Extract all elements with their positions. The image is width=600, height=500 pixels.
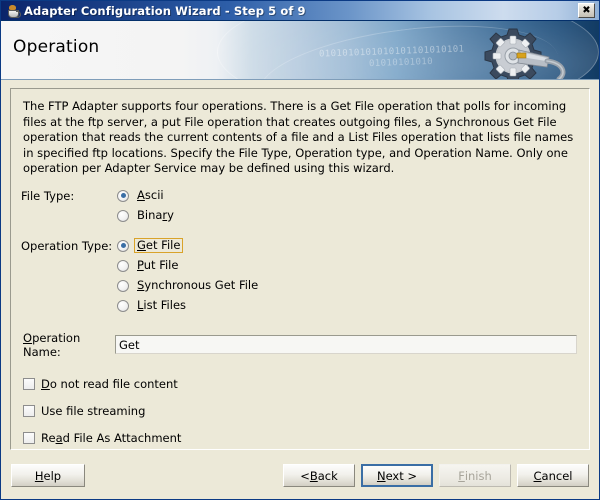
form-panel: The FTP Adapter supports four operations…: [10, 88, 590, 477]
operation-type-radio-group: Get File Put File Synchronous Get File L…: [117, 237, 261, 317]
label-rest: peration Name:: [23, 330, 81, 359]
operation-name-input[interactable]: [115, 335, 577, 354]
mnemonic-char: H: [34, 468, 44, 483]
label-rest: ack: [317, 468, 338, 483]
mnemonic-char: B: [309, 468, 318, 483]
label-rest: ut File: [143, 258, 179, 272]
checkbox-indicator: [23, 431, 35, 444]
dialog-button-bar: Help < Back Next > Finish Cancel: [1, 452, 599, 499]
operation-type-row: Operation Type: Get File Put File Synchr…: [21, 237, 579, 317]
mnemonic-char: a: [55, 430, 63, 445]
radio-list-files[interactable]: List Files: [117, 297, 261, 315]
label-rest: ext >: [385, 468, 418, 483]
radio-ascii[interactable]: Ascii: [117, 187, 177, 205]
radio-get-file[interactable]: Get File: [117, 237, 261, 255]
banner-binary-text-2: 01010101010: [368, 56, 434, 70]
mnemonic-char: A: [137, 188, 145, 202]
checkbox-label: Use file streaming: [41, 403, 146, 418]
radio-indicator: [117, 279, 129, 292]
mnemonic-char: P: [137, 258, 144, 272]
radio-put-file[interactable]: Put File: [117, 257, 261, 275]
checkbox-indicator: [23, 404, 35, 417]
header-banner: 0101010101010101101010101 01010101010 Op…: [1, 21, 599, 80]
label-rest: ancel: [541, 468, 573, 483]
java-coffee-cup-icon: [5, 3, 21, 19]
options-checkbox-group: Do not read file content Use file stream…: [23, 377, 577, 445]
finish-button: Finish: [439, 464, 511, 487]
operation-name-label: Operation Name:: [23, 331, 115, 359]
radio-synchronous-get-file[interactable]: Synchronous Get File: [117, 277, 261, 295]
mnemonic-char: G: [137, 238, 146, 252]
radio-label: List Files: [134, 298, 189, 313]
mnemonic-char: D: [41, 376, 50, 391]
radio-indicator: [117, 189, 129, 202]
mnemonic-char: N: [376, 468, 386, 483]
operation-type-label: Operation Type:: [21, 238, 113, 253]
checkbox-label: Do not read file content: [41, 377, 178, 391]
checkbox-indicator: [23, 377, 35, 390]
help-button[interactable]: Help: [11, 464, 85, 487]
operation-name-row: Operation Name:: [23, 331, 577, 359]
label-rest: d File As Attachment: [62, 430, 182, 445]
checkbox-do-not-read-file-content[interactable]: Do not read file content: [23, 377, 577, 391]
radio-label: Synchronous Get File: [134, 278, 261, 293]
file-type-row: File Type: Ascii Binary: [21, 187, 579, 227]
banner-swoosh-decoration-2: [253, 21, 564, 79]
label-rest: inish: [464, 468, 492, 483]
checkbox-use-file-streaming[interactable]: Use file streaming: [23, 404, 577, 418]
label-rest: o not read file content: [49, 376, 178, 391]
radio-indicator: [117, 239, 129, 252]
label-rest: elp: [43, 468, 62, 483]
mnemonic-char: C: [533, 468, 542, 483]
label-pre: Bina: [137, 208, 163, 222]
label-rest: scii: [144, 188, 164, 202]
radio-indicator: [117, 259, 129, 272]
page-title: Operation: [13, 37, 100, 57]
checkbox-label: Read File As Attachment: [41, 431, 181, 445]
label-rest: et File: [145, 238, 181, 252]
wizard-window: Adapter Configuration Wizard - Step 5 of…: [0, 0, 600, 500]
mnemonic-char: F: [458, 468, 465, 483]
banner-binary-text: 0101010101010101101010101: [318, 44, 465, 60]
content-area: The FTP Adapter supports four operations…: [1, 80, 599, 477]
description-text: The FTP Adapter supports four operations…: [23, 99, 574, 175]
file-type-label: File Type:: [21, 188, 75, 203]
checkbox-read-file-as-attachment[interactable]: Read File As Attachment: [23, 431, 577, 445]
label-rest: y: [167, 208, 174, 222]
label-pre: Re: [41, 430, 56, 445]
title-bar: Adapter Configuration Wizard - Step 5 of…: [1, 1, 599, 21]
banner-swoosh-decoration: [217, 21, 599, 79]
label-rest: ist Files: [143, 298, 187, 312]
radio-indicator: [117, 209, 129, 222]
radio-label: Get File: [134, 238, 184, 253]
radio-indicator: [117, 299, 129, 312]
close-icon[interactable]: ✖: [578, 3, 595, 18]
label-rest: ynchronous Get File: [144, 278, 259, 292]
file-type-radio-group: Ascii Binary: [117, 187, 177, 227]
radio-binary[interactable]: Binary: [117, 207, 177, 225]
gear-cable-icon: [484, 28, 566, 79]
back-button[interactable]: < Back: [283, 464, 355, 487]
next-button[interactable]: Next >: [361, 464, 433, 487]
label-pre: <: [300, 468, 310, 483]
radio-label: Binary: [134, 208, 177, 223]
mnemonic-char: O: [23, 330, 33, 345]
window-title: Adapter Configuration Wizard - Step 5 of…: [24, 3, 306, 18]
radio-label: Put File: [134, 258, 181, 273]
radio-label: Ascii: [134, 188, 167, 203]
cancel-button[interactable]: Cancel: [517, 464, 589, 487]
